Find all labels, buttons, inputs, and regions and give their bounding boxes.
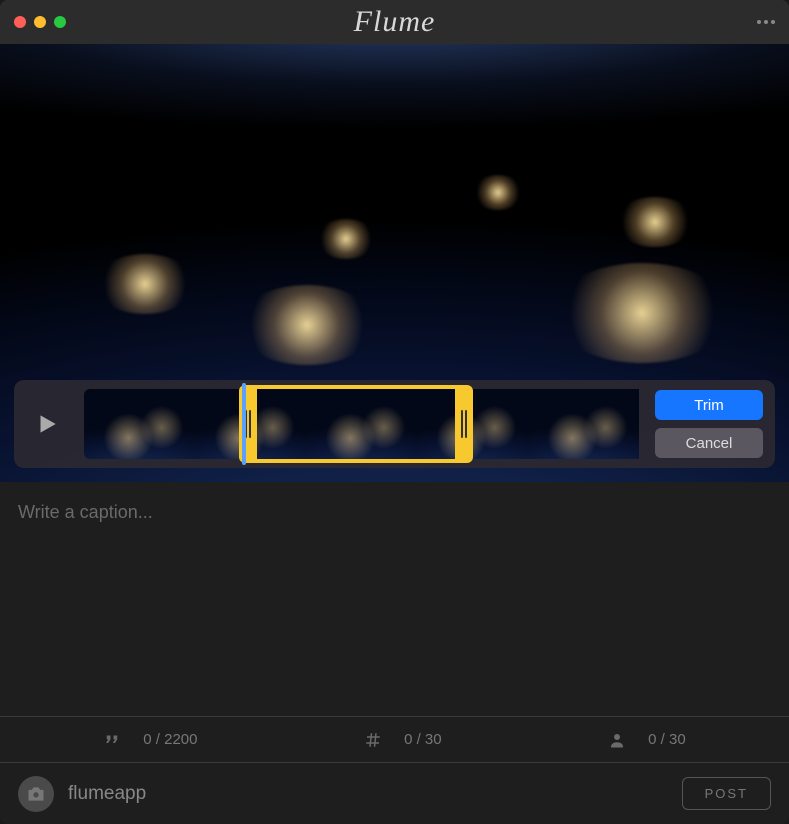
app-title: Flume	[354, 5, 436, 39]
trim-handle-right[interactable]	[455, 389, 473, 459]
playhead[interactable]	[242, 383, 246, 465]
lower-panel: 0 / 2200 0 / 30 0 / 30 flumeapp POST	[0, 482, 789, 824]
caption-area	[0, 482, 789, 716]
video-timeline[interactable]	[84, 389, 639, 459]
maximize-window-button[interactable]	[54, 16, 66, 28]
hashtag-icon	[364, 731, 382, 749]
trim-actions: Trim Cancel	[655, 390, 763, 458]
post-button[interactable]: POST	[682, 777, 771, 810]
trim-selection[interactable]	[239, 385, 472, 463]
minimize-window-button[interactable]	[34, 16, 46, 28]
account-avatar[interactable]	[18, 776, 54, 812]
cancel-button[interactable]: Cancel	[655, 428, 763, 458]
camera-icon	[26, 784, 46, 804]
caption-count-text: 0 / 2200	[143, 731, 197, 748]
quote-icon	[103, 731, 121, 749]
hashtag-count-text: 0 / 30	[404, 731, 442, 748]
titlebar: Flume	[0, 0, 789, 44]
window-controls	[14, 16, 66, 28]
play-button[interactable]	[26, 403, 68, 445]
app-window: Flume Trim	[0, 0, 789, 824]
more-menu-icon[interactable]	[757, 20, 775, 24]
trim-button[interactable]: Trim	[655, 390, 763, 420]
username: flumeapp	[68, 783, 146, 805]
counts-bar: 0 / 2200 0 / 30 0 / 30	[0, 716, 789, 762]
mention-count: 0 / 30	[608, 731, 686, 749]
close-window-button[interactable]	[14, 16, 26, 28]
mention-count-text: 0 / 30	[648, 731, 686, 748]
caption-input[interactable]	[18, 502, 771, 696]
hashtag-count: 0 / 30	[364, 731, 442, 749]
play-icon	[34, 411, 60, 437]
trim-toolbar: Trim Cancel	[14, 380, 775, 468]
footer: flumeapp POST	[0, 762, 789, 824]
caption-count: 0 / 2200	[103, 731, 197, 749]
video-preview: Trim Cancel	[0, 44, 789, 482]
person-icon	[608, 731, 626, 749]
